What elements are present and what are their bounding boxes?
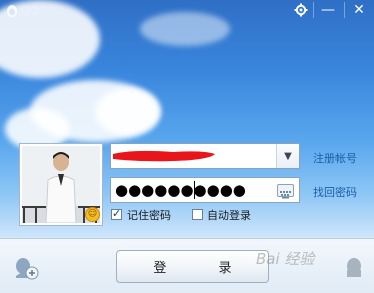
text-caret [194, 181, 195, 199]
settings-button[interactable] [288, 0, 314, 20]
gear-icon [294, 3, 308, 17]
close-button[interactable]: ✕ [346, 0, 372, 20]
qq-login-window: QQ — ✕ ☺ ▼ ●●●●●●●●●● 注册帐号 找回密码 ✓ 记住密码 自… [0, 0, 374, 293]
account-dropdown-button[interactable]: ▼ [276, 144, 299, 168]
online-status-icon[interactable]: ☺ [85, 207, 100, 222]
remember-password-checkbox[interactable]: ✓ [111, 207, 122, 220]
checkmark-icon: ✓ [112, 207, 122, 220]
register-account-link[interactable]: 注册帐号 [313, 150, 357, 166]
qq-logo-icon [7, 5, 17, 17]
login-button[interactable]: 登 录 [116, 250, 269, 283]
remember-password-label[interactable]: 记住密码 [127, 207, 171, 223]
auto-login-checkbox[interactable] [192, 209, 203, 220]
add-account-icon[interactable] [13, 256, 39, 280]
chevron-down-icon: ▼ [284, 150, 292, 162]
window-title: QQ [21, 4, 39, 17]
minimize-button[interactable]: — [315, 0, 341, 20]
title-bar: QQ — ✕ [0, 0, 374, 22]
account-field[interactable]: ▼ [110, 143, 300, 169]
qr-code-icon[interactable] [342, 255, 366, 279]
password-value: ●●●●●●●●●● [115, 181, 246, 199]
account-redaction-mark [113, 150, 215, 162]
forgot-password-link[interactable]: 找回密码 [313, 184, 357, 200]
keyboard-icon[interactable] [277, 184, 294, 199]
password-field[interactable]: ●●●●●●●●●● [110, 177, 300, 203]
watermark: Bai 经验 [256, 250, 315, 268]
auto-login-label[interactable]: 自动登录 [207, 207, 251, 223]
